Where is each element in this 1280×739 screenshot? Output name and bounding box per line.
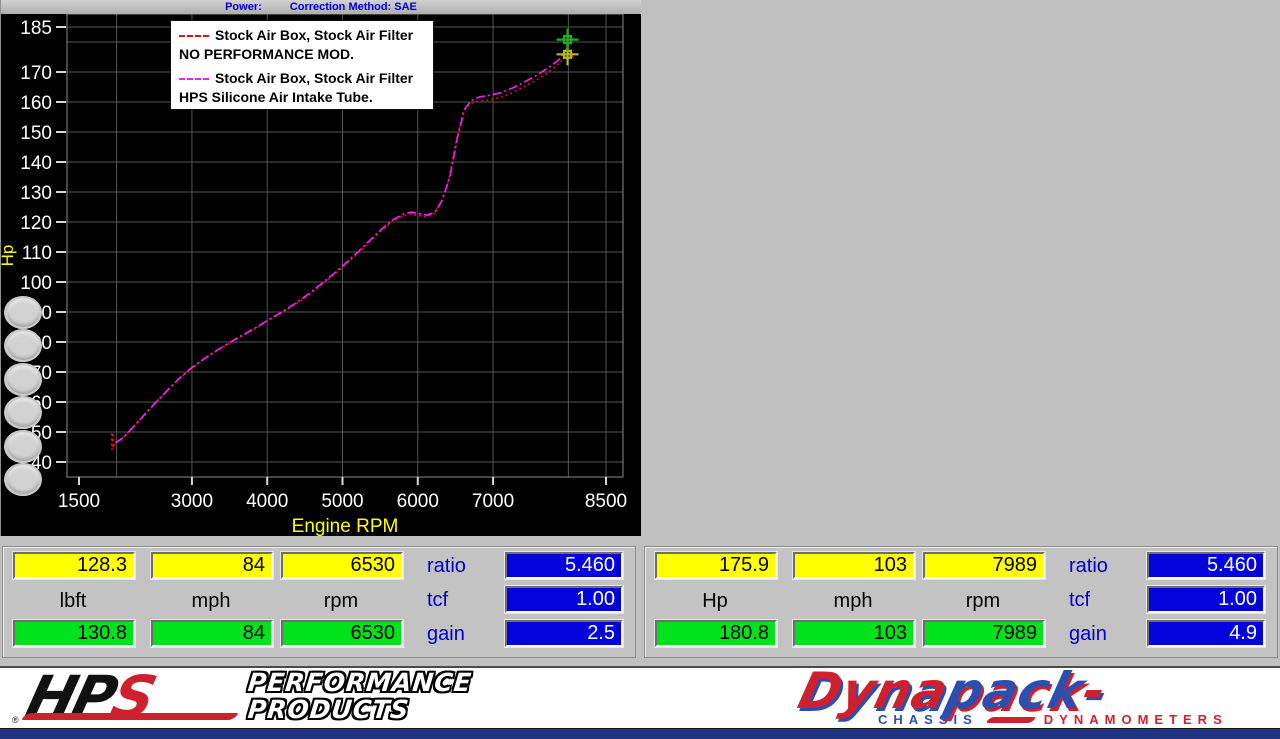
svg-text:Engine RPM: Engine RPM <box>292 516 399 536</box>
svg-text:3000: 3000 <box>171 491 213 512</box>
dynapack-swoosh <box>985 717 1037 723</box>
speed-unit-label: mph <box>151 589 271 613</box>
gain-label: gain <box>427 622 499 646</box>
legend-hps-line2: HPS Silicone Air Intake Tube. <box>179 89 373 105</box>
svg-text:7000: 7000 <box>472 491 514 512</box>
baseline-torque-value: 128.3 <box>13 552 135 579</box>
svg-text:160: 160 <box>20 93 52 114</box>
hps-performance-text: PERFORMANCE <box>247 669 474 696</box>
svg-text:130: 130 <box>20 183 52 204</box>
torque-unit-label: lbft <box>13 589 133 613</box>
svg-text:Hp: Hp <box>1 245 17 267</box>
svg-text:120: 120 <box>20 213 52 234</box>
baseline-speed-value: 84 <box>151 552 273 579</box>
channel-button-gray-1[interactable] <box>5 296 42 329</box>
dynapack-dynamometers: DYNAMOMETERS <box>1044 712 1228 727</box>
hps-products-text: PRODUCTS <box>247 696 474 723</box>
gain-label: gain <box>1069 622 1141 646</box>
peak-marker <box>557 29 579 51</box>
baseline-rpm-value: 7989 <box>923 552 1045 579</box>
channel-button-gray-5[interactable] <box>5 430 42 463</box>
power-unit-label: Hp <box>655 589 775 613</box>
dynapack-logo: Dynapack- CHASSISDYNAMOMETERS <box>800 668 1270 726</box>
tcf-label: tcf <box>427 588 499 612</box>
tcf-label: tcf <box>1069 588 1141 612</box>
power-header-title: Power: <box>225 1 262 13</box>
speed-unit-label: mph <box>793 589 913 613</box>
baseline-rpm-value: 6530 <box>281 552 403 579</box>
svg-text:100: 100 <box>20 273 52 294</box>
baseline-speed-value: 103 <box>793 552 915 579</box>
modified-speed-value: 103 <box>793 620 915 647</box>
ratio-label: ratio <box>1069 554 1141 578</box>
footer-bar <box>0 729 1280 739</box>
svg-text:110: 110 <box>22 243 52 264</box>
legend-entry-hps: Stock Air Box, Stock Air Filter HPS Sili… <box>179 69 425 107</box>
svg-text:185: 185 <box>20 18 52 39</box>
modified-power-value: 180.8 <box>655 620 777 647</box>
svg-text:6000: 6000 <box>397 491 439 512</box>
svg-text:8500: 8500 <box>585 491 627 512</box>
svg-text:1500: 1500 <box>58 491 100 512</box>
modified-rpm-value: 6530 <box>281 620 403 647</box>
chart-legend: Stock Air Box, Stock Air Filter NO PERFO… <box>170 20 434 110</box>
legend-entry-stock: Stock Air Box, Stock Air Filter NO PERFO… <box>179 26 425 64</box>
dynapack-subtitle: CHASSIS DYNAMOMETERS <box>878 712 1228 727</box>
stock-dash-swatch <box>179 35 209 37</box>
svg-text:140: 140 <box>20 153 52 174</box>
dynapack-logo-text: Dynapack- <box>794 668 1275 714</box>
torque-readout-panel: 128.3 84 6530 lbft mph rpm 130.8 84 6530… <box>2 546 636 658</box>
channel-button-gray-6[interactable] <box>5 463 42 496</box>
power-header: Power: Correction Method: SAE <box>1 0 641 15</box>
hps-logo: HPS ® <box>28 669 238 725</box>
gain-field[interactable]: 2.5 <box>505 620 623 647</box>
svg-text:170: 170 <box>20 63 52 84</box>
hps-swoosh <box>20 713 240 720</box>
power-readout-panel: 175.9 103 7989 Hp mph rpm 180.8 103 7989… <box>644 546 1278 658</box>
svg-text:5000: 5000 <box>321 491 363 512</box>
baseline-power-value: 175.9 <box>655 552 777 579</box>
hps-dash-swatch <box>179 78 209 80</box>
ratio-field[interactable]: 5.460 <box>505 552 623 579</box>
ratio-label: ratio <box>427 554 499 578</box>
tcf-field[interactable]: 1.00 <box>1147 586 1265 613</box>
rpm-unit-label: rpm <box>281 589 401 613</box>
channel-button-gray-4[interactable] <box>5 396 42 429</box>
modified-rpm-value: 7989 <box>923 620 1045 647</box>
gain-field[interactable]: 4.9 <box>1147 620 1265 647</box>
legend-stock-line1: Stock Air Box, Stock Air Filter <box>215 27 413 43</box>
channel-button-gray-3[interactable] <box>5 363 42 396</box>
dynapack-chassis: CHASSIS <box>878 712 978 727</box>
svg-text:150: 150 <box>20 123 52 144</box>
ratio-field[interactable]: 5.460 <box>1147 552 1265 579</box>
hps-logo-text: PERFORMANCE PRODUCTS <box>248 669 472 723</box>
modified-torque-value: 130.8 <box>13 620 135 647</box>
legend-hps-line1: Stock Air Box, Stock Air Filter <box>215 70 413 86</box>
modified-speed-value: 84 <box>151 620 273 647</box>
registered-mark: ® <box>12 715 19 725</box>
legend-stock-line2: NO PERFORMANCE MOD. <box>179 46 354 62</box>
rpm-unit-label: rpm <box>923 589 1043 613</box>
tcf-field[interactable]: 1.00 <box>505 586 623 613</box>
power-header-corr: Correction Method: SAE <box>290 1 417 13</box>
svg-text:4000: 4000 <box>246 491 288 512</box>
